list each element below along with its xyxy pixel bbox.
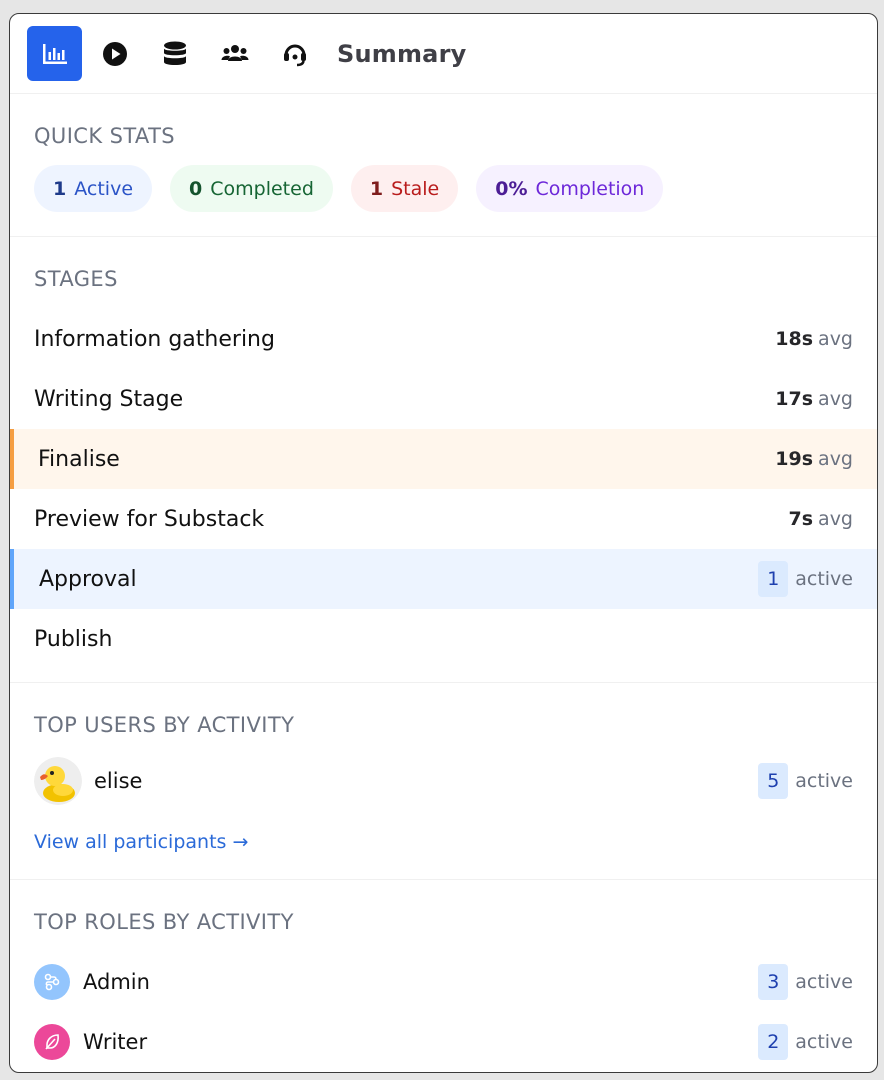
stage-row-approval[interactable]: Approval 1 active xyxy=(10,549,877,609)
completed-count: 0 xyxy=(189,177,203,200)
user-info: elise xyxy=(34,757,142,805)
role-active-count: 3 active xyxy=(758,964,853,1000)
summary-panel: Summary QUICK STATS 1 Active 0 Completed… xyxy=(9,13,878,1073)
active-label: Active xyxy=(74,177,134,200)
completed-stat-pill[interactable]: 0 Completed xyxy=(170,165,333,212)
tab-data[interactable] xyxy=(147,26,202,81)
stage-time-value: 19s xyxy=(775,448,814,470)
stage-name: Preview for Substack xyxy=(34,506,265,532)
page-title: Summary xyxy=(337,39,467,68)
stage-avg-time: 17s avg xyxy=(775,388,853,410)
completion-value: 0% xyxy=(495,177,528,200)
count-badge: 1 xyxy=(758,561,789,597)
headset-icon xyxy=(283,44,306,66)
completed-label: Completed xyxy=(210,177,314,200)
stale-label: Stale xyxy=(391,177,440,200)
active-unit: active xyxy=(795,1031,853,1053)
stage-active-count: 1 active xyxy=(758,561,853,597)
users-icon xyxy=(221,44,248,61)
stage-name: Finalise xyxy=(38,446,120,472)
stage-avg-time: 7s avg xyxy=(789,508,853,530)
stats-row: 1 Active 0 Completed 1 Stale 0% Completi… xyxy=(10,152,877,236)
workflow-icon xyxy=(34,964,70,1000)
role-info: Admin xyxy=(34,964,150,1000)
tab-runs[interactable] xyxy=(87,26,142,81)
top-users-heading: TOP USERS BY ACTIVITY xyxy=(34,713,295,737)
view-all-participants-link[interactable]: View all participants → xyxy=(34,831,248,853)
stage-time-unit: avg xyxy=(818,508,853,530)
role-active-count: 2 active xyxy=(758,1024,853,1060)
user-name: elise xyxy=(94,769,143,793)
tab-participants[interactable] xyxy=(207,26,262,81)
active-unit: active xyxy=(795,770,853,792)
stage-row-writing-stage[interactable]: Writing Stage 17s avg xyxy=(10,369,877,429)
stage-avg-time: 19s avg xyxy=(775,448,853,470)
user-active-count: 5 active xyxy=(758,763,853,799)
stage-time-unit: avg xyxy=(818,388,853,410)
completion-label: Completion xyxy=(535,177,645,200)
role-row-writer[interactable]: Writer 2 active xyxy=(10,1012,877,1072)
quick-stats-section: QUICK STATS 1 Active 0 Completed 1 Stale… xyxy=(10,94,877,237)
top-users-section: TOP USERS BY ACTIVITY elise 5 active Vie… xyxy=(10,683,877,880)
stage-row-finalise[interactable]: Finalise 19s avg xyxy=(10,429,877,489)
role-row-admin[interactable]: Admin 3 active xyxy=(10,952,877,1012)
top-roles-section: TOP ROLES BY ACTIVITY Admin 3 active Wri… xyxy=(10,880,877,1072)
count-badge: 2 xyxy=(758,1024,789,1060)
tab-support[interactable] xyxy=(267,26,322,81)
stage-row-information-gathering[interactable]: Information gathering 18s avg xyxy=(10,309,877,369)
active-stat-pill[interactable]: 1 Active xyxy=(34,165,153,212)
play-icon xyxy=(102,41,127,66)
stage-time-unit: avg xyxy=(818,448,853,470)
duck-avatar xyxy=(34,757,82,805)
user-row[interactable]: elise 5 active xyxy=(10,751,877,811)
stage-row-publish[interactable]: Publish xyxy=(10,609,877,669)
role-name: Writer xyxy=(83,1030,148,1054)
stages-heading: STAGES xyxy=(34,267,118,291)
stale-stat-pill[interactable]: 1 Stale xyxy=(350,165,459,212)
quick-stats-heading: QUICK STATS xyxy=(34,124,176,148)
stage-name: Publish xyxy=(34,626,113,652)
top-roles-heading: TOP ROLES BY ACTIVITY xyxy=(34,910,294,934)
stage-avg-time: 18s avg xyxy=(775,328,853,350)
tab-summary[interactable] xyxy=(27,26,82,81)
stage-time-unit: avg xyxy=(818,328,853,350)
active-unit: active xyxy=(795,568,853,590)
stage-name: Writing Stage xyxy=(34,386,184,412)
active-unit: active xyxy=(795,971,853,993)
count-badge: 3 xyxy=(758,964,789,1000)
tab-bar: Summary xyxy=(10,14,877,94)
database-icon xyxy=(163,41,186,65)
stage-time-value: 18s xyxy=(775,328,814,350)
bar-chart-icon xyxy=(42,43,67,64)
count-badge: 5 xyxy=(758,763,789,799)
role-info: Writer xyxy=(34,1024,147,1060)
stale-count: 1 xyxy=(369,177,384,200)
role-name: Admin xyxy=(83,970,150,994)
feather-icon xyxy=(34,1024,70,1060)
stage-row-preview-for-substack[interactable]: Preview for Substack 7s avg xyxy=(10,489,877,549)
stage-time-value: 7s xyxy=(788,508,814,530)
active-count: 1 xyxy=(53,177,67,200)
stage-name: Approval xyxy=(39,566,137,592)
completion-stat-pill[interactable]: 0% Completion xyxy=(476,165,664,212)
stages-section: STAGES Information gathering 18s avg Wri… xyxy=(10,237,877,683)
stage-time-value: 17s xyxy=(775,388,814,410)
stage-name: Information gathering xyxy=(34,326,275,352)
